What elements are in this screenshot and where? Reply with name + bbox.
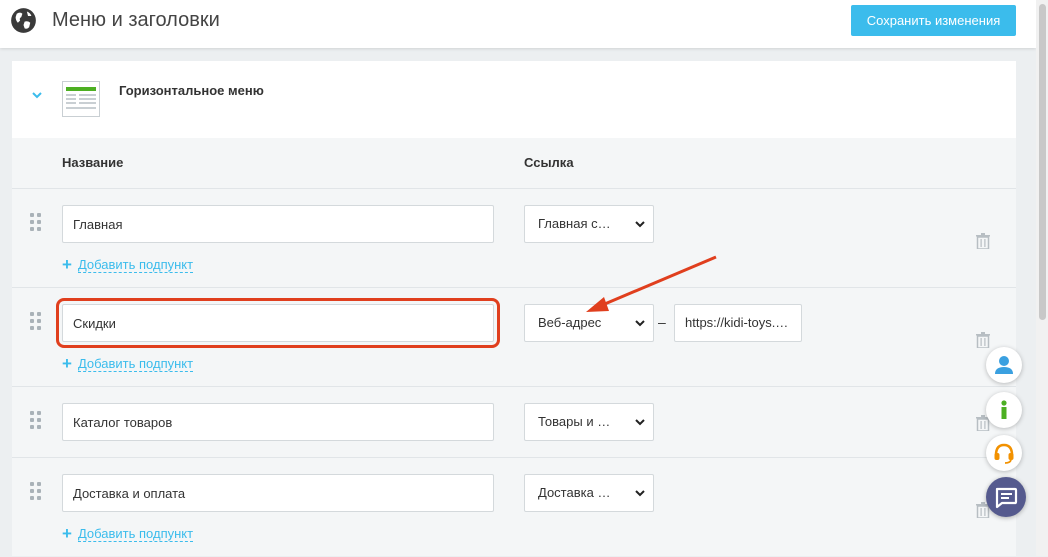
trash-icon[interactable]	[976, 332, 990, 348]
menu-item-name-input[interactable]	[62, 474, 494, 512]
plus-icon: +	[62, 354, 72, 373]
link-type-select[interactable]: Главная с…	[524, 205, 654, 243]
menu-item-name-input[interactable]	[62, 403, 494, 441]
menu-row: Товары и …	[12, 386, 1016, 457]
link-type-select[interactable]: Товары и …	[524, 403, 654, 441]
column-header-name: Название	[62, 155, 124, 170]
support-button[interactable]	[986, 435, 1022, 471]
save-changes-button[interactable]: Сохранить изменения	[851, 5, 1016, 36]
link-type-value: Товары и …	[538, 414, 611, 429]
globe-icon	[11, 8, 36, 33]
chevron-down-icon	[635, 490, 645, 497]
panel-header[interactable]: Горизонтальное меню	[12, 61, 1016, 138]
chevron-down-icon	[635, 221, 645, 228]
menu-item-name-input[interactable]	[56, 298, 500, 348]
page-scrollbar-thumb[interactable]	[1039, 4, 1046, 320]
menu-item-name-input[interactable]	[62, 205, 494, 243]
user-help-button[interactable]	[986, 347, 1022, 383]
info-icon	[1001, 400, 1007, 419]
plus-icon: +	[62, 524, 72, 543]
add-subitem-link[interactable]: + Добавить подпункт	[62, 255, 194, 275]
chat-button[interactable]	[986, 477, 1026, 517]
separator-dash: –	[658, 314, 666, 330]
link-type-value: Доставка …	[538, 485, 611, 500]
headset-icon	[994, 443, 1014, 464]
menu-row: Веб-адрес – https://kidi-toys.… + Добавит…	[12, 287, 1016, 386]
add-subitem-link[interactable]: + Добавить подпункт	[62, 354, 194, 374]
horizontal-menu-panel: Горизонтальное меню Название Ссылка Глав…	[12, 61, 1016, 556]
panel-title: Горизонтальное меню	[119, 83, 264, 98]
menu-row: Доставка … + Добавить подпункт	[12, 457, 1016, 557]
link-type-select[interactable]: Доставка …	[524, 474, 654, 512]
add-subitem-label[interactable]: Добавить подпункт	[77, 356, 194, 372]
column-header-link: Ссылка	[524, 155, 574, 170]
link-type-value: Веб-адрес	[538, 315, 602, 330]
horizontal-menu-thumbnail-icon	[62, 81, 100, 117]
chevron-down-icon	[635, 419, 645, 426]
chevron-down-icon	[635, 320, 645, 327]
url-input[interactable]: https://kidi-toys.…	[674, 304, 802, 342]
add-subitem-label[interactable]: Добавить подпункт	[77, 257, 194, 273]
user-icon	[995, 356, 1013, 374]
plus-icon: +	[62, 255, 72, 274]
drag-handle-icon[interactable]	[30, 482, 42, 500]
menu-row: Главная с… + Добавить подпункт	[12, 188, 1016, 287]
link-type-select[interactable]: Веб-адрес	[524, 304, 654, 342]
drag-handle-icon[interactable]	[30, 312, 42, 330]
link-type-value: Главная с…	[538, 216, 611, 231]
add-subitem-link[interactable]: + Добавить подпункт	[62, 524, 194, 544]
trash-icon[interactable]	[976, 233, 990, 249]
drag-handle-icon[interactable]	[30, 411, 42, 429]
info-button[interactable]	[986, 392, 1022, 428]
add-subitem-label[interactable]: Добавить подпункт	[77, 526, 194, 542]
top-bar: Меню и заголовки Сохранить изменения	[0, 0, 1036, 48]
page-title: Меню и заголовки	[52, 9, 220, 31]
chat-icon	[995, 487, 1018, 509]
drag-handle-icon[interactable]	[30, 213, 42, 231]
chevron-down-icon[interactable]	[31, 89, 43, 101]
